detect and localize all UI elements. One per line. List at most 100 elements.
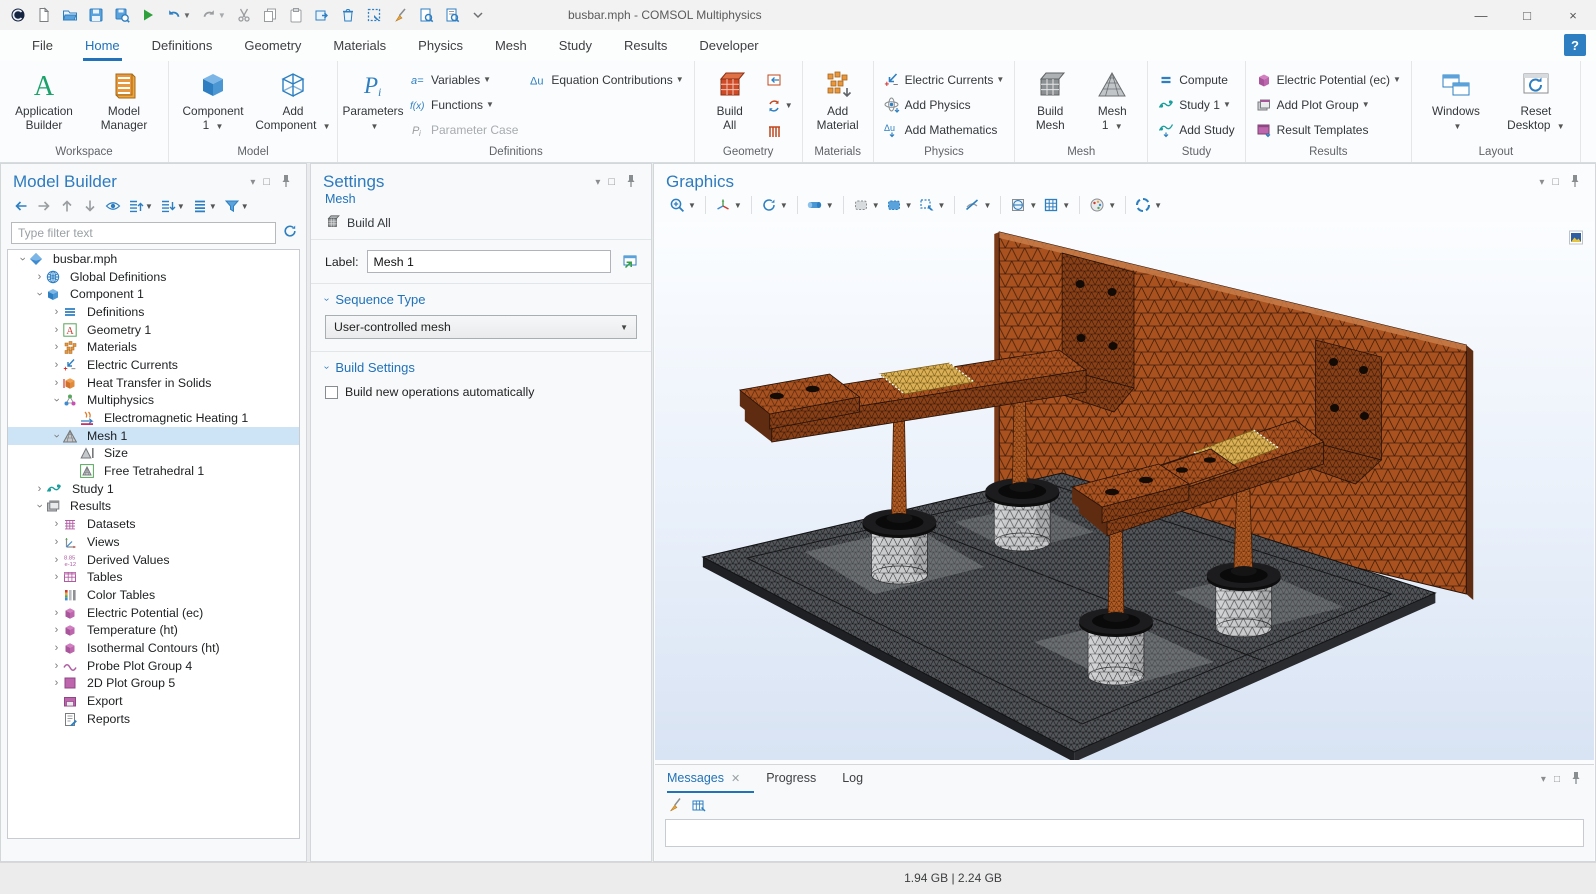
build-all-geometry-button[interactable]: BuildAll [701, 65, 759, 132]
expander-icon[interactable]: › [50, 607, 63, 619]
tab-progress[interactable]: Progress [766, 765, 816, 793]
tree-node-reports[interactable]: Reports [8, 710, 299, 728]
expander-icon[interactable]: › [50, 624, 63, 636]
forward-icon[interactable] [34, 196, 54, 216]
move-up-icon[interactable] [57, 196, 77, 216]
tree-node-mesh-1[interactable]: ›Mesh 1 [8, 427, 299, 445]
tree-node-component-1[interactable]: ›Component 1 [8, 285, 299, 303]
tree-node-free-tetrahedral-1[interactable]: Free Tetrahedral 1 [8, 462, 299, 480]
expander-icon[interactable]: › [33, 271, 46, 283]
build-new-operations-checkbox[interactable] [325, 386, 338, 399]
menu-tab-definitions[interactable]: Definitions [140, 30, 225, 61]
zoom-button[interactable]: ▼ [666, 195, 699, 215]
expander-icon[interactable]: › [50, 377, 63, 389]
tree-node-geometry-1[interactable]: ›AGeometry 1 [8, 321, 299, 339]
expander-icon[interactable]: › [33, 483, 46, 495]
functions-button[interactable]: f(x)Functions▼ [406, 92, 522, 117]
expander-icon[interactable]: › [17, 252, 29, 265]
maximize-button[interactable]: □ [1504, 0, 1550, 30]
add-physics-button[interactable]: Add Physics [880, 92, 1009, 117]
panel-menu-icon[interactable]: ▾ [1541, 774, 1546, 785]
find-replace-button[interactable] [440, 3, 464, 27]
build-mesh-button[interactable]: BuildMesh [1021, 65, 1079, 132]
filter-icon[interactable]: ▼ [222, 196, 251, 216]
tree-node-datasets[interactable]: ›Datasets [8, 515, 299, 533]
panel-pin-icon[interactable] [278, 173, 294, 192]
tree-filter-input[interactable] [11, 222, 276, 244]
panel-menu-icon[interactable]: ▾ [250, 177, 255, 188]
add-plot-group-button[interactable]: Add Plot Group▼ [1252, 92, 1405, 117]
close-button[interactable]: × [1550, 0, 1596, 30]
panel-float-icon[interactable]: □ [263, 176, 270, 188]
rotate-view-button[interactable]: ▼ [758, 195, 791, 215]
expander-icon[interactable]: › [50, 359, 63, 371]
menu-tab-results[interactable]: Results [612, 30, 679, 61]
variables-button[interactable]: a=Variables▼ [406, 67, 522, 92]
windows-button[interactable]: Windows▼ [1418, 65, 1494, 133]
section-build-settings[interactable]: › Build Settings [311, 352, 651, 379]
tree-node-definitions[interactable]: ›Definitions [8, 303, 299, 321]
tree-node-multiphysics[interactable]: ›Multiphysics [8, 392, 299, 410]
select-mode-button[interactable]: ▼ [850, 195, 883, 215]
qat-more-button[interactable] [466, 3, 490, 27]
cut-button[interactable] [232, 3, 256, 27]
model-manager-button[interactable]: ModelManager [86, 65, 162, 132]
tree-node-color-tables[interactable]: Color Tables [8, 586, 299, 604]
menu-tab-file[interactable]: File [20, 30, 65, 61]
back-icon[interactable] [11, 196, 31, 216]
collapse-all-icon[interactable]: ▼ [158, 196, 187, 216]
result-templates-button[interactable]: Result Templates [1252, 117, 1405, 142]
panel-float-icon[interactable]: □ [1554, 774, 1560, 785]
hide-objects-button[interactable]: ▼ [961, 195, 994, 215]
panel-pin-icon[interactable] [623, 173, 639, 192]
copy-messages-button[interactable] [691, 797, 707, 813]
expander-icon[interactable]: › [34, 288, 46, 301]
expander-icon[interactable]: › [50, 571, 63, 583]
tree-node-study-1[interactable]: ›Study 1 [8, 480, 299, 498]
duplicate-button[interactable] [310, 3, 334, 27]
panel-pin-icon[interactable] [1567, 173, 1583, 192]
wireframe-rendering-button[interactable]: ▼ [1007, 195, 1040, 215]
electric-potential-button[interactable]: Electric Potential (ec)▼ [1252, 67, 1405, 92]
tree-node-temperature-ht[interactable]: ›Temperature (ht) [8, 621, 299, 639]
reset-desktop-button[interactable]: ResetDesktop ▼ [1498, 65, 1574, 133]
open-button[interactable] [58, 3, 82, 27]
tree-node-electric-currents[interactable]: ›+−Electric Currents [8, 356, 299, 374]
expander-icon[interactable]: › [51, 429, 63, 442]
expander-icon[interactable]: › [50, 324, 63, 336]
clear-messages-button[interactable] [667, 797, 683, 813]
tree-node-export[interactable]: Export [8, 692, 299, 710]
expander-icon[interactable]: › [50, 306, 63, 318]
equation-contributions-button[interactable]: ΔuEquation Contributions▼ [526, 67, 687, 92]
expander-icon[interactable]: › [50, 341, 63, 353]
paste-button[interactable] [284, 3, 308, 27]
color-theme-button[interactable]: ▼ [1086, 195, 1119, 215]
parameter-case-button[interactable]: PiParameter Case [406, 117, 522, 142]
select-entities-button[interactable]: ▼ [916, 195, 949, 215]
expander-icon[interactable]: › [50, 536, 63, 548]
go-to-view-button[interactable]: ▼ [712, 195, 745, 215]
panel-menu-icon[interactable]: ▾ [1539, 177, 1544, 188]
tree-node-busbar-mph[interactable]: ›busbar.mph [8, 250, 299, 268]
tree-node-results[interactable]: ›Results [8, 498, 299, 516]
import-geometry-button[interactable] [763, 67, 796, 92]
mesh-1-button[interactable]: Mesh1 ▼ [1083, 65, 1141, 133]
application-builder-button[interactable]: AApplicationBuilder [6, 65, 82, 132]
clear-selection-button[interactable] [388, 3, 412, 27]
expander-icon[interactable]: › [50, 642, 63, 654]
add-mathematics-button[interactable]: ΔuAdd Mathematics [880, 117, 1009, 142]
tree-node-views[interactable]: ›Views [8, 533, 299, 551]
add-component-button[interactable]: AddComponent ▼ [255, 65, 331, 133]
new-file-button[interactable] [32, 3, 56, 27]
redo-button[interactable]: ▼ [197, 3, 230, 27]
tree-node-size[interactable]: Size [8, 445, 299, 463]
panel-float-icon[interactable]: □ [1552, 176, 1559, 188]
section-sequence-type[interactable]: › Sequence Type [311, 284, 651, 311]
rebuild-geometry-button[interactable]: ▼ [763, 93, 796, 118]
tree-node-electromagnetic-heating-1[interactable]: Electromagnetic Heating 1 [8, 409, 299, 427]
messages-content[interactable] [665, 819, 1584, 847]
delete-button[interactable] [336, 3, 360, 27]
electric-currents-button[interactable]: +−Electric Currents▼ [880, 67, 1009, 92]
tree-node-electric-potential-ec[interactable]: ›Electric Potential (ec) [8, 604, 299, 622]
menu-tab-physics[interactable]: Physics [406, 30, 475, 61]
